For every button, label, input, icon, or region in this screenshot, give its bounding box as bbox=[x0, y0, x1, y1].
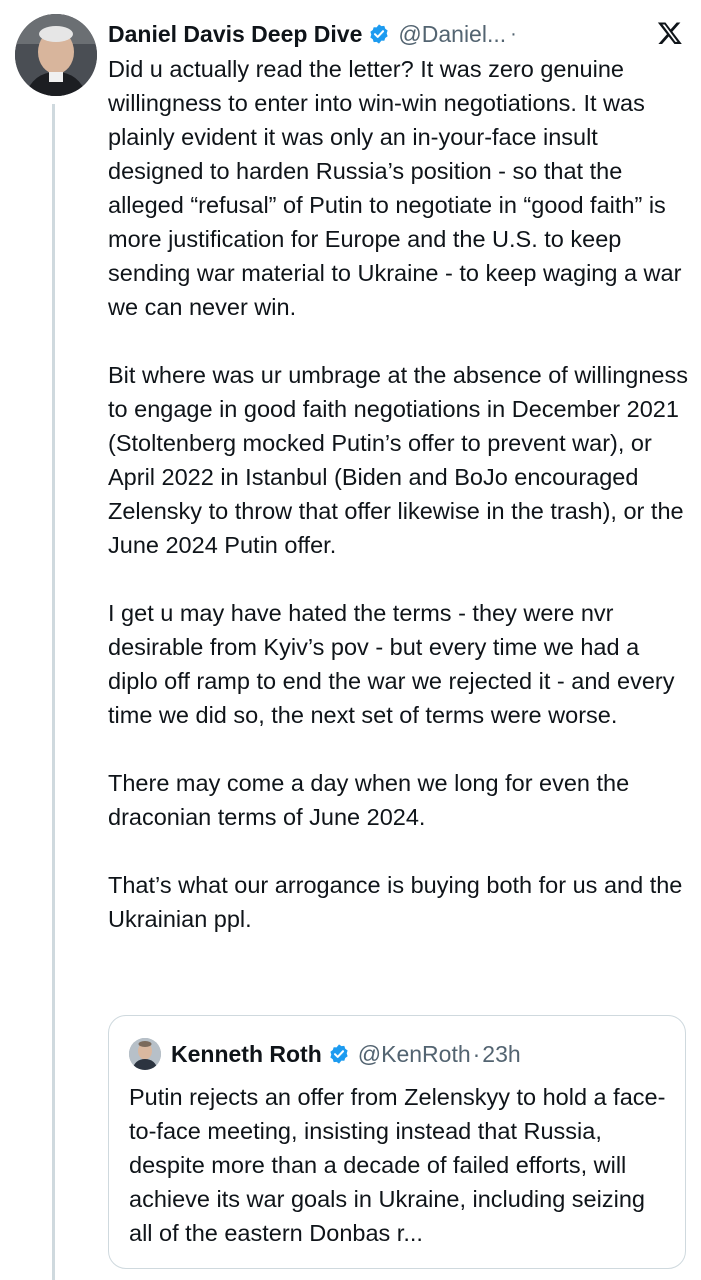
quoted-tweet-card[interactable]: Kenneth Roth @KenRoth · 23h Putin reject… bbox=[108, 1015, 686, 1269]
tweet-text: Did u actually read the letter? It was z… bbox=[108, 52, 693, 970]
quoted-author-handle[interactable]: @KenRoth bbox=[358, 1041, 471, 1068]
tweet-paragraph: Bit where was ur umbrage at the absence … bbox=[108, 362, 688, 558]
avatar-image bbox=[15, 14, 97, 96]
tweet-paragraph: Did u actually read the letter? It was z… bbox=[108, 56, 682, 320]
quoted-author-name[interactable]: Kenneth Roth bbox=[171, 1041, 322, 1068]
tweet-paragraph: That’s what our arrogance is buying both… bbox=[108, 872, 683, 932]
quoted-avatar[interactable] bbox=[129, 1038, 161, 1070]
author-handle[interactable]: @Daniel... bbox=[398, 21, 506, 48]
quoted-tweet-header: Kenneth Roth @KenRoth · 23h bbox=[129, 1038, 521, 1070]
header-separator: · bbox=[510, 22, 517, 45]
x-logo-icon[interactable] bbox=[657, 20, 683, 46]
quoted-avatar-image bbox=[129, 1038, 161, 1070]
quoted-tweet-text: Putin rejects an offer from Zelenskyy to… bbox=[129, 1084, 666, 1246]
verified-badge-icon bbox=[330, 1044, 348, 1064]
tweet-paragraph: I get u may have hated the terms - they … bbox=[108, 600, 675, 728]
quoted-header-separator: · bbox=[472, 1040, 481, 1067]
avatar[interactable] bbox=[15, 14, 97, 96]
tweet-header: Daniel Davis Deep Dive @Daniel... · bbox=[108, 16, 687, 52]
thread-connector-line bbox=[52, 104, 55, 1280]
quoted-timestamp[interactable]: 23h bbox=[482, 1041, 520, 1068]
verified-badge-icon bbox=[370, 24, 389, 44]
tweet-paragraph: There may come a day when we long for ev… bbox=[108, 770, 630, 830]
author-name[interactable]: Daniel Davis Deep Dive bbox=[108, 21, 362, 48]
